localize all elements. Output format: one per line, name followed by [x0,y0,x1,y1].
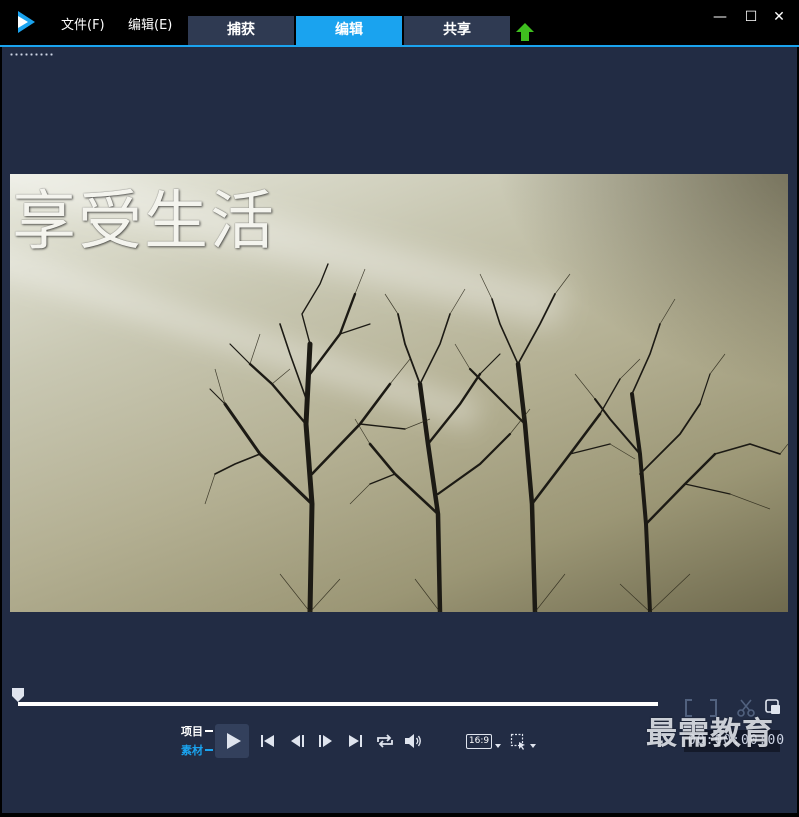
play-button[interactable] [215,724,249,758]
previous-frame-icon[interactable] [289,733,307,749]
menu-file[interactable]: 文件(F) [61,14,105,33]
overlay-title-text: 享受生活 [12,185,276,259]
player-panel: 享受生活 [2,47,797,813]
selection-tool-icon[interactable] [510,733,528,751]
menu-edit[interactable]: 编辑(E) [128,14,172,33]
go-to-end-icon[interactable] [346,733,364,749]
aspect-ratio-button[interactable]: 16:9 [466,734,492,749]
scrub-handle[interactable] [12,688,24,702]
repeat-icon[interactable] [375,733,395,749]
app-logo-icon[interactable] [16,10,36,34]
watermark-text: 最需教育 [646,716,774,752]
go-to-start-icon[interactable] [259,733,277,749]
maximize-button[interactable]: ☐ [742,8,760,26]
tab-share[interactable]: 共享 [404,16,510,45]
mode-clip[interactable]: 素材 [181,742,203,758]
title-bar: 文件(F) 编辑(E) 捕获 编辑 共享 — ☐ ✕ [0,0,799,46]
mode-project[interactable]: 项目 [181,723,203,739]
aspect-ratio-dropdown-icon[interactable] [495,744,501,748]
minimize-button[interactable]: — [711,8,729,26]
preview-window[interactable]: 享受生活 [10,174,788,612]
next-frame-icon[interactable] [316,733,334,749]
selection-dropdown-icon[interactable] [530,744,536,748]
scrub-bar[interactable] [18,702,658,706]
play-icon [227,733,241,749]
tab-edit[interactable]: 编辑 [296,16,402,45]
tab-capture[interactable]: 捕获 [188,16,294,45]
drag-handle-icon[interactable] [9,53,55,56]
close-button[interactable]: ✕ [770,8,788,26]
upload-arrow-icon[interactable] [515,22,535,42]
volume-icon[interactable] [403,733,423,749]
